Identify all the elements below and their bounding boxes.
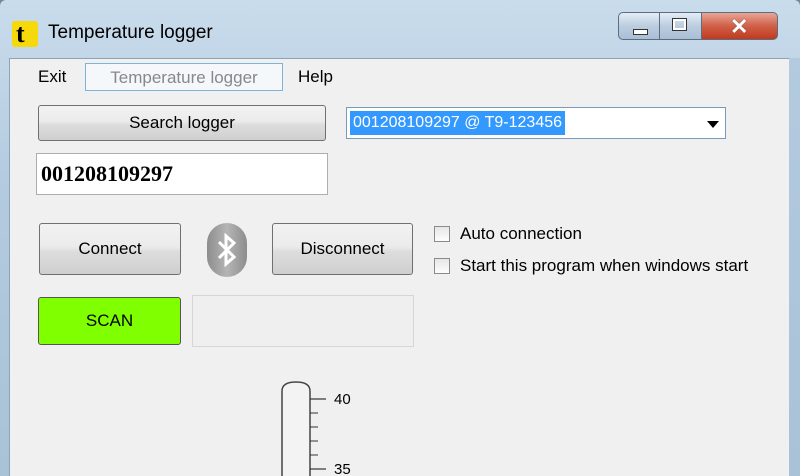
minimize-button[interactable] <box>618 12 660 40</box>
menu-help[interactable]: Help <box>292 63 339 91</box>
device-select[interactable]: 001208109297 @ T9-123456 <box>346 107 726 139</box>
window-frame-edge <box>789 58 800 476</box>
app-logo-icon[interactable]: t <box>12 19 38 48</box>
client-area: Exit Temperature logger Help Search logg… <box>9 58 791 476</box>
app-logo-glyph: t <box>16 19 25 48</box>
title-bar[interactable]: t Temperature logger ✕ <box>0 0 800 58</box>
disconnect-button[interactable]: Disconnect <box>272 223 413 275</box>
app-window: t Temperature logger ✕ Exit Temperature … <box>0 0 800 476</box>
minimize-icon <box>633 29 648 35</box>
start-with-windows-checkbox[interactable] <box>434 258 450 274</box>
bluetooth-icon <box>207 223 247 277</box>
status-display <box>192 295 414 347</box>
close-button[interactable]: ✕ <box>702 12 778 40</box>
start-with-windows-option[interactable]: Start this program when windows start <box>434 254 748 278</box>
scan-button[interactable]: SCAN <box>38 297 181 345</box>
maximize-button[interactable] <box>660 12 702 40</box>
menu-exit[interactable]: Exit <box>32 63 72 91</box>
auto-connection-option[interactable]: Auto connection <box>434 222 582 246</box>
maximize-icon <box>672 18 687 31</box>
thermometer-gauge: 40 35 <box>281 381 351 476</box>
connect-button[interactable]: Connect <box>39 223 181 275</box>
menu-temperature-logger[interactable]: Temperature logger <box>85 63 283 91</box>
window-title: Temperature logger <box>48 22 213 43</box>
menu-bar: Exit Temperature logger Help <box>10 59 790 97</box>
device-select-value: 001208109297 @ T9-123456 <box>350 111 566 135</box>
bluetooth-glyph <box>217 233 237 267</box>
close-icon: ✕ <box>730 14 749 39</box>
tick-label-35: 35 <box>334 461 351 476</box>
serial-number-field[interactable]: 001208109297 <box>36 153 328 195</box>
chevron-down-icon[interactable] <box>707 121 719 128</box>
auto-connection-checkbox[interactable] <box>434 226 450 242</box>
start-with-windows-label: Start this program when windows start <box>460 256 749 275</box>
tick-label-40: 40 <box>334 391 351 408</box>
auto-connection-label: Auto connection <box>460 224 582 243</box>
search-logger-button[interactable]: Search logger <box>38 105 326 141</box>
window-controls: ✕ <box>618 12 786 42</box>
thermometer-tube <box>281 381 311 476</box>
